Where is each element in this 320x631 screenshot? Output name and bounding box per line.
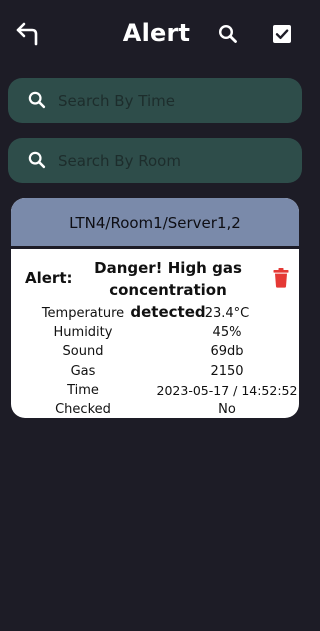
search-by-time-bar[interactable] (8, 78, 302, 123)
detail-row-sound: Sound 69db (11, 342, 299, 361)
trash-icon (273, 268, 289, 288)
detail-label: Sound (62, 344, 104, 360)
detail-value: 69db (210, 344, 244, 360)
detail-value: 45% (212, 325, 242, 341)
detail-value: 2150 (210, 363, 244, 379)
search-by-room-input[interactable] (58, 138, 294, 183)
search-icon (218, 24, 237, 43)
alert-label: Alert: (25, 269, 73, 287)
detail-label: Time (67, 382, 99, 398)
detail-row-temperature: Temperature 23.4°C (11, 304, 299, 323)
detail-label: Temperature (41, 306, 125, 321)
detail-label: Gas (70, 363, 96, 379)
detail-row-checked: Checked No (11, 400, 299, 418)
search-by-room-bar[interactable] (8, 138, 302, 183)
search-by-time-input[interactable] (58, 78, 294, 123)
page-title: Alert (122, 19, 191, 47)
app-header: Alert (0, 0, 313, 70)
mark-all-checked-button[interactable] (270, 22, 294, 46)
delete-alert-button[interactable] (272, 268, 290, 288)
detail-value: 2023-05-17 / 14:52:52 (156, 382, 298, 398)
detail-value: No (218, 401, 236, 417)
detail-row-humidity: Humidity 45% (11, 323, 299, 342)
alert-card[interactable]: LTN4/Room1/Server1,2 Alert: Danger! High… (11, 198, 299, 418)
detail-value: 23.4°C (204, 306, 250, 321)
detail-row-time: Time 2023-05-17 / 14:52:52 (11, 381, 299, 400)
checkbox-checked-icon (273, 25, 291, 43)
alert-details: Temperature 23.4°C Humidity 45% Sound 69… (11, 304, 299, 418)
alert-location: LTN4/Room1/Server1,2 (11, 198, 299, 249)
search-icon (28, 151, 46, 169)
detail-label: Humidity (53, 325, 113, 341)
detail-label: Checked (55, 401, 111, 417)
search-button[interactable] (216, 22, 240, 46)
search-icon (28, 91, 46, 109)
detail-row-gas: Gas 2150 (11, 362, 299, 381)
